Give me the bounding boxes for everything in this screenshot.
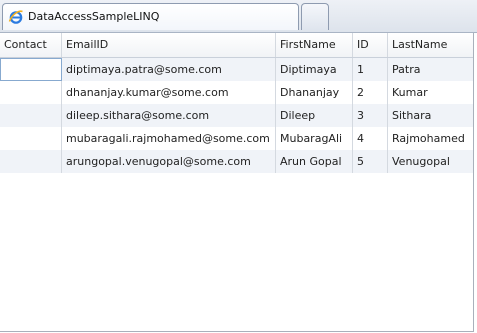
browser-window: DataAccessSampleLINQ Contact EmailID Fir…	[0, 0, 477, 333]
email-cell[interactable]: dileep.sithara@some.com	[62, 104, 276, 127]
tab-data-access-sample-linq[interactable]: DataAccessSampleLINQ	[2, 3, 299, 30]
table-row[interactable]: dhananjay.kumar@some.com Dhananjay 2 Kum…	[0, 81, 473, 104]
firstname-cell[interactable]: Diptimaya	[276, 58, 353, 81]
column-header-lastname[interactable]: LastName	[388, 33, 473, 57]
contact-cell[interactable]	[0, 104, 62, 127]
contact-cell[interactable]	[0, 127, 62, 150]
table-row[interactable]: diptimaya.patra@some.com Diptimaya 1 Pat…	[0, 58, 473, 81]
firstname-cell[interactable]: Dhananjay	[276, 81, 353, 104]
page-content: Contact EmailID FirstName ID LastName di…	[0, 33, 474, 332]
firstname-cell[interactable]: MubaragAli	[276, 127, 353, 150]
email-cell[interactable]: arungopal.venugopal@some.com	[62, 150, 276, 173]
lastname-cell[interactable]: Rajmohamed	[388, 127, 473, 150]
table-row[interactable]: arungopal.venugopal@some.com Arun Gopal …	[0, 150, 473, 173]
firstname-cell[interactable]: Dileep	[276, 104, 353, 127]
column-header-id[interactable]: ID	[353, 33, 388, 57]
new-tab-button[interactable]	[301, 3, 329, 30]
id-cell[interactable]: 5	[353, 150, 388, 173]
lastname-cell[interactable]: Patra	[388, 58, 473, 81]
grid-header-row: Contact EmailID FirstName ID LastName	[0, 33, 473, 58]
id-cell[interactable]: 1	[353, 58, 388, 81]
contact-cell[interactable]	[0, 150, 62, 173]
lastname-cell[interactable]: Venugopal	[388, 150, 473, 173]
id-cell[interactable]: 4	[353, 127, 388, 150]
tab-title: DataAccessSampleLINQ	[28, 10, 160, 23]
column-header-emailid[interactable]: EmailID	[62, 33, 276, 57]
lastname-cell[interactable]: Kumar	[388, 81, 473, 104]
lastname-cell[interactable]: Sithara	[388, 104, 473, 127]
column-header-contact[interactable]: Contact	[0, 33, 62, 57]
email-cell[interactable]: dhananjay.kumar@some.com	[62, 81, 276, 104]
table-row[interactable]: mubaragali.rajmohamed@some.com MubaragAl…	[0, 127, 473, 150]
column-header-firstname[interactable]: FirstName	[276, 33, 353, 57]
email-cell[interactable]: diptimaya.patra@some.com	[62, 58, 276, 81]
email-cell[interactable]: mubaragali.rajmohamed@some.com	[62, 127, 276, 150]
id-cell[interactable]: 3	[353, 104, 388, 127]
contact-cell[interactable]	[0, 81, 62, 104]
table-row[interactable]: dileep.sithara@some.com Dileep 3 Sithara	[0, 104, 473, 127]
firstname-cell[interactable]: Arun Gopal	[276, 150, 353, 173]
contact-cell[interactable]	[0, 58, 62, 81]
tab-strip: DataAccessSampleLINQ	[0, 0, 477, 33]
id-cell[interactable]: 2	[353, 81, 388, 104]
internet-explorer-icon	[8, 9, 24, 25]
